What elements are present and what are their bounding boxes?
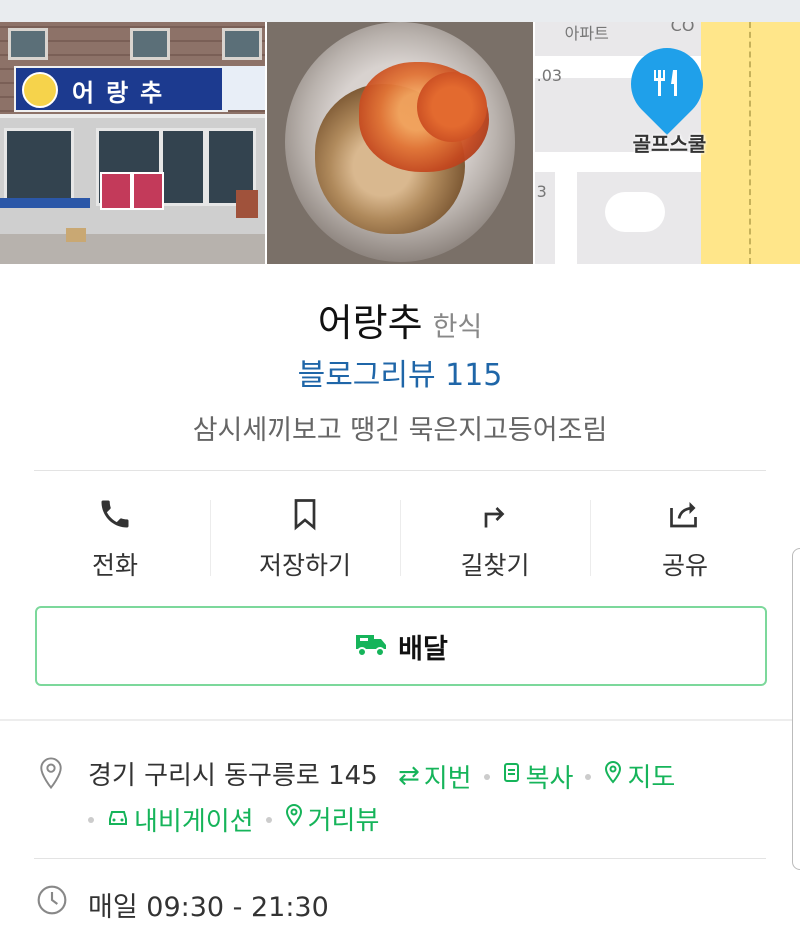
street-view-link[interactable]: 거리뷰 — [284, 800, 379, 837]
address-text: 경기 구리시 동구릉로 145 — [88, 761, 378, 791]
delivery-button[interactable]: 배달 — [35, 606, 767, 686]
directions-icon — [400, 496, 590, 532]
call-label: 전화 — [91, 551, 138, 580]
map-label: 3 — [536, 182, 547, 201]
store-logo — [22, 72, 58, 108]
place-header: 어랑추 한식 — [0, 292, 800, 347]
location-pin-icon — [36, 756, 66, 794]
directions-button[interactable]: 길찾기 — [400, 494, 590, 584]
place-description: 삼시세끼보고 땡긴 묵은지고등어조림 — [192, 415, 608, 446]
phone-icon — [20, 496, 210, 532]
navigation-link[interactable]: 내비게이션 — [106, 801, 254, 838]
copy-link[interactable]: 복사 — [502, 758, 573, 795]
store-photo[interactable]: 어랑추 — [0, 22, 266, 264]
directions-label: 길찾기 — [460, 551, 530, 580]
map-thumbnail[interactable]: 아파트 CO .03 3 골프스쿨 — [534, 22, 800, 264]
share-label: 공유 — [661, 551, 708, 580]
photo-strip[interactable]: 어랑추 아파트 CO .03 3 골프스쿨 — [0, 22, 800, 264]
map-link[interactable]: 지도 — [603, 757, 675, 794]
share-icon — [590, 496, 780, 532]
bookmark-icon — [210, 496, 400, 532]
swap-icon: ⇄ — [397, 761, 420, 791]
clock-icon — [36, 884, 68, 920]
divider — [34, 470, 766, 471]
action-bar: 전화 저장하기 길찾기 공유 — [20, 494, 780, 584]
food-photo[interactable] — [267, 22, 533, 264]
share-button[interactable]: 공유 — [590, 494, 780, 584]
map-pin-outline-icon — [603, 760, 623, 791]
street-view-icon — [284, 803, 304, 834]
address-links-row: 내비게이션 거리뷰 — [88, 800, 379, 838]
store-sign: 어랑추 — [14, 66, 228, 112]
restaurant-icon — [651, 66, 685, 107]
copy-icon — [502, 761, 522, 791]
store-sign-text: 어랑추 — [72, 79, 175, 107]
business-hours: 매일 09:30 - 21:30 — [88, 892, 329, 923]
divider — [34, 858, 766, 859]
car-icon — [106, 804, 130, 834]
map-place-label: 골프스쿨 — [632, 132, 707, 156]
lot-number-link[interactable]: ⇄ 지번 — [398, 758, 472, 795]
map-label: .03 — [536, 66, 563, 85]
section-divider — [0, 719, 800, 721]
map-label: 아파트 — [564, 24, 609, 43]
scroll-handle[interactable] — [792, 548, 800, 870]
status-bar — [0, 0, 800, 22]
blog-review-link[interactable]: 블로그리뷰 115 — [0, 350, 800, 394]
address-row: 경기 구리시 동구릉로 145 ⇄ 지번 복사 지도 — [88, 755, 675, 795]
save-button[interactable]: 저장하기 — [210, 494, 400, 584]
place-name: 어랑추 — [317, 301, 423, 345]
place-category: 한식 — [432, 312, 483, 343]
save-label: 저장하기 — [258, 551, 351, 580]
map-label: CO — [670, 22, 695, 35]
delivery-label: 배달 — [398, 633, 448, 665]
call-button[interactable]: 전화 — [20, 494, 210, 584]
delivery-truck-icon — [354, 629, 388, 663]
